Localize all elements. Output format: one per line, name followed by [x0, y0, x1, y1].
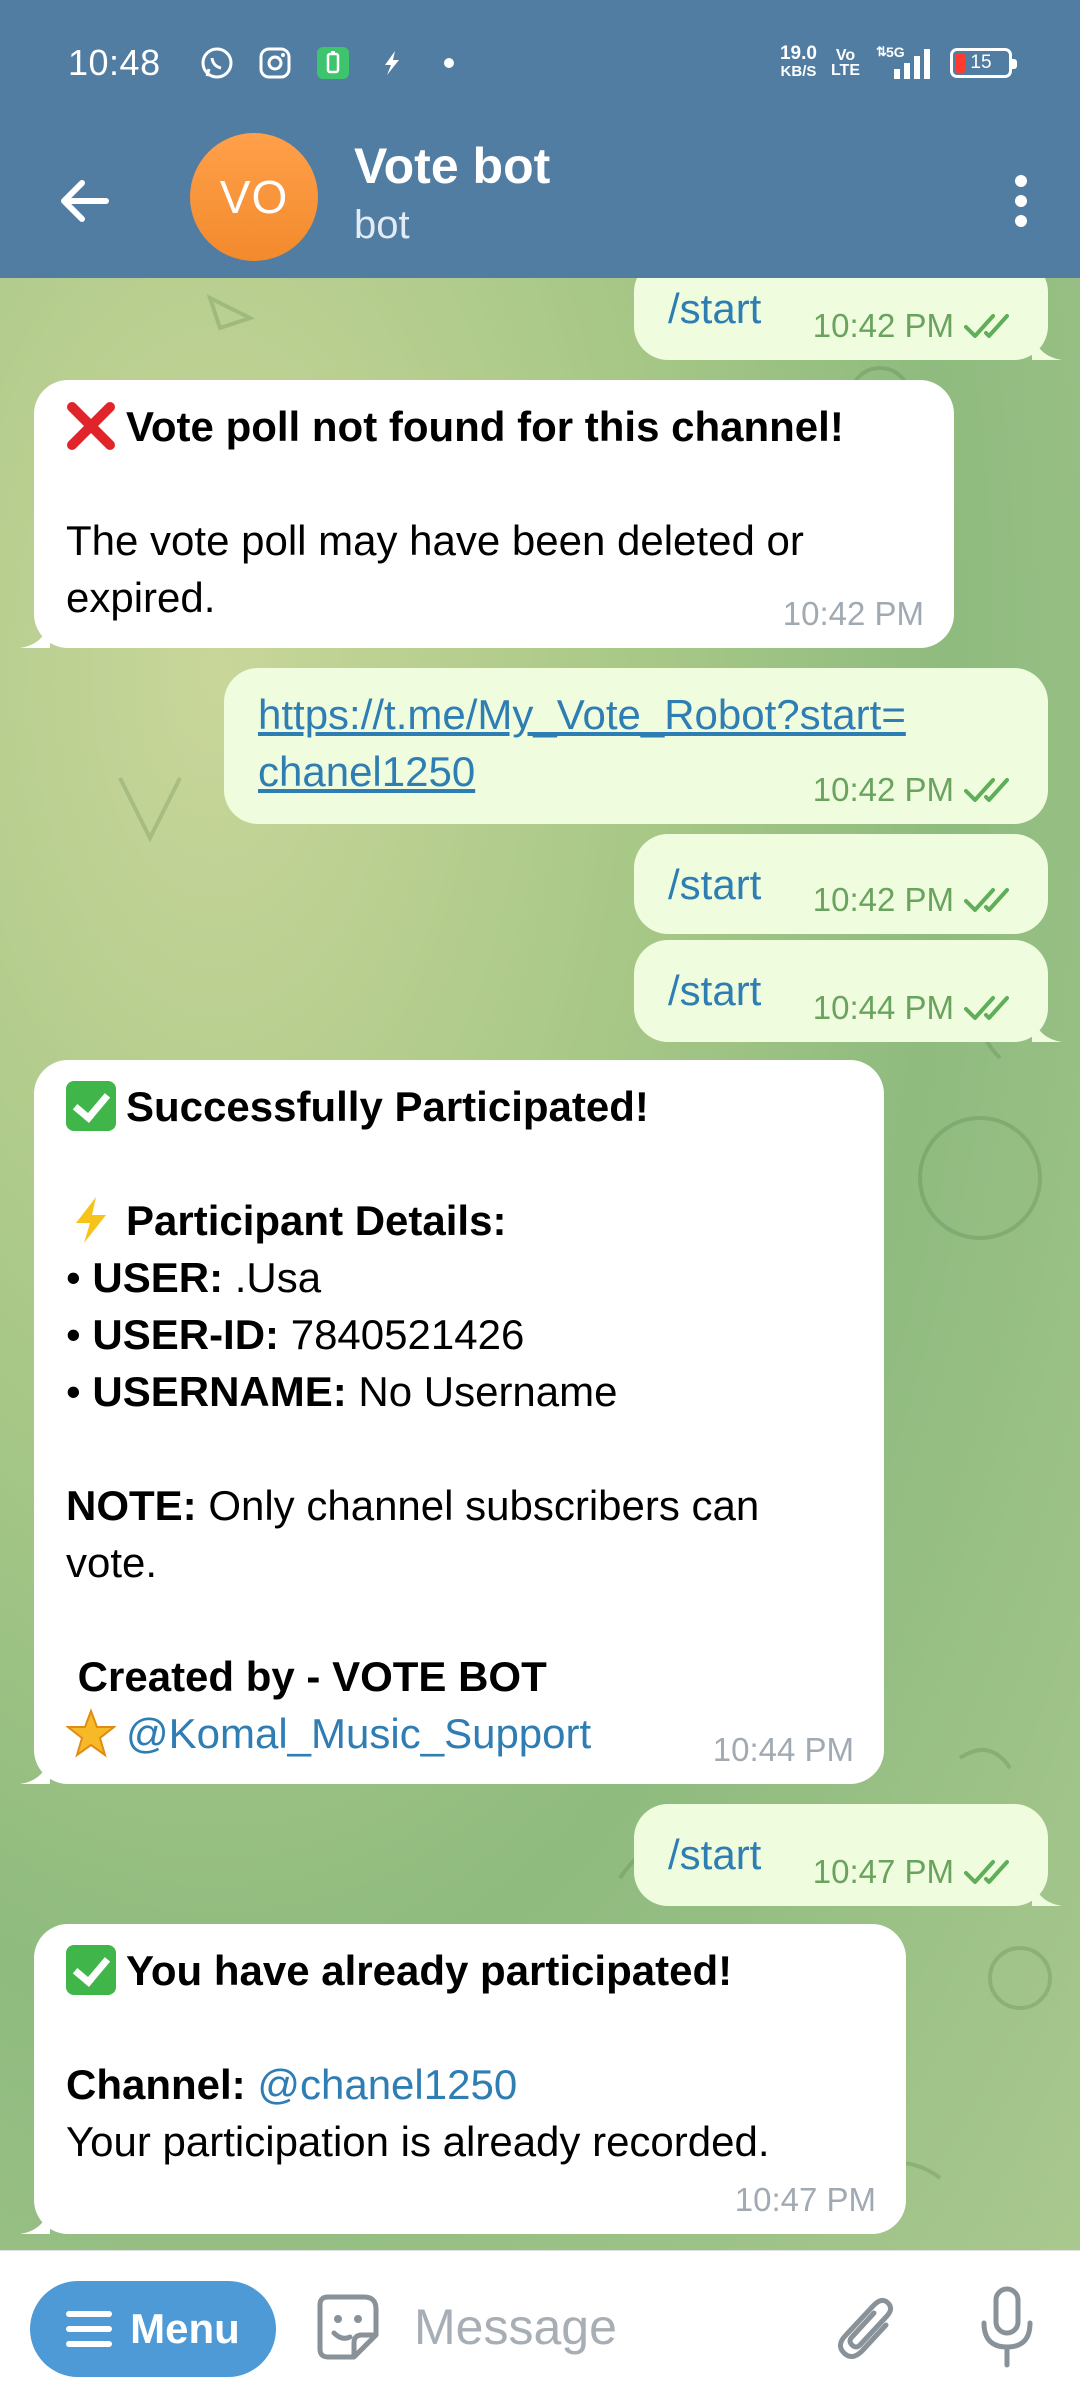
- chat-title-bar: VO Vote bot bot: [0, 125, 1080, 278]
- message-input-bar: Menu: [0, 2250, 1080, 2400]
- detail-user: • USER: .Usa: [66, 1254, 322, 1301]
- menu-label: Menu: [130, 2305, 240, 2352]
- chat-area[interactable]: /start 10:42 PM Vote poll not found for …: [0, 278, 1080, 2250]
- outgoing-message[interactable]: /start 10:42 PM: [634, 834, 1048, 934]
- app-header: 10:48 19.0 KB/S Vo LTE ⇅ 5G 15 VO Vote b…: [0, 0, 1080, 278]
- menu-button[interactable]: Menu: [30, 2281, 276, 2377]
- bubble-tail: [20, 2204, 50, 2234]
- message-meta: 10:47 PM: [734, 2181, 876, 2218]
- svg-text:5G: 5G: [886, 44, 905, 60]
- outgoing-message[interactable]: /start 10:42 PM: [634, 278, 1062, 360]
- outgoing-message[interactable]: /start 10:44 PM: [634, 940, 1062, 1042]
- message-meta: 10:42 PM: [813, 770, 1018, 810]
- network-speed: 19.0 KB/S: [779, 42, 817, 80]
- bubble-tail: [20, 1754, 50, 1784]
- message-title: Vote poll not found for this channel!: [126, 403, 844, 450]
- microphone-icon[interactable]: [978, 2285, 1036, 2371]
- command-text[interactable]: /start: [668, 962, 761, 1019]
- support-mention[interactable]: @Komal_Music_Support: [126, 1710, 591, 1757]
- double-check-icon: [964, 888, 1009, 912]
- message-meta: 10:47 PM: [813, 1852, 1018, 1892]
- incoming-message[interactable]: Successfully Participated! Participant D…: [20, 1060, 884, 1784]
- detail-username: • USERNAME: No Username: [66, 1368, 618, 1415]
- channel-line: Channel: @chanel1250: [66, 2061, 518, 2108]
- message-meta: 10:42 PM: [813, 306, 1018, 346]
- chat-subtitle: bot: [354, 203, 410, 247]
- arrow-left-icon[interactable]: [56, 173, 112, 229]
- incoming-message[interactable]: You have already participated! Channel: …: [20, 1924, 906, 2234]
- double-check-icon: [964, 778, 1009, 802]
- paperclip-icon[interactable]: [832, 2291, 902, 2367]
- signal-icon: ⇅ 5G: [876, 44, 930, 79]
- dot-icon: [443, 57, 454, 68]
- system-indicators: 19.0 KB/S Vo LTE ⇅ 5G 15: [779, 42, 1017, 83]
- details-heading: Participant Details:: [126, 1197, 507, 1244]
- bubble-tail: [1032, 330, 1062, 360]
- incoming-message[interactable]: Vote poll not found for this channel! Th…: [20, 380, 954, 648]
- notification-icons: [199, 45, 467, 81]
- command-text[interactable]: /start: [668, 280, 761, 337]
- bubble-tail: [1032, 1876, 1062, 1906]
- message-meta: 10:42 PM: [813, 880, 1018, 920]
- more-vertical-icon[interactable]: [1006, 171, 1036, 231]
- outgoing-message[interactable]: https://t.me/My_Vote_Robot?start= chanel1…: [224, 668, 1048, 824]
- bubble-tail: [20, 618, 50, 648]
- double-check-icon: [964, 314, 1009, 338]
- command-text[interactable]: /start: [668, 1826, 761, 1883]
- double-check-icon: [964, 1860, 1009, 1884]
- chat-title[interactable]: Vote bot: [354, 137, 550, 195]
- battery-saver-icon: [316, 46, 349, 79]
- star-icon: [66, 1708, 116, 1758]
- note-text: NOTE: Only channel subscribers can vote.: [66, 1482, 760, 1586]
- lightning-icon: [76, 1197, 106, 1243]
- double-check-icon: [964, 996, 1009, 1020]
- created-by-text: Created by - VOTE BOT: [77, 1653, 547, 1700]
- cross-mark-icon: [67, 402, 115, 450]
- message-body: Your participation is already recorded.: [66, 2118, 770, 2165]
- message-meta: 10:44 PM: [712, 1731, 854, 1768]
- channel-mention[interactable]: @chanel1250: [257, 2061, 517, 2108]
- message-meta: 10:44 PM: [813, 988, 1018, 1028]
- status-time: 10:48: [68, 41, 161, 83]
- instagram-icon: [259, 47, 291, 78]
- message-title: Successfully Participated!: [126, 1083, 649, 1130]
- menu-icon: [66, 2311, 113, 2347]
- whatsapp-icon: [201, 47, 233, 78]
- bolt-icon: [384, 50, 399, 75]
- message-meta: 10:42 PM: [782, 595, 924, 632]
- volte-indicator: Vo LTE: [830, 46, 860, 79]
- check-mark-icon: [66, 1945, 116, 1995]
- command-text[interactable]: /start: [668, 856, 761, 913]
- check-mark-icon: [66, 1081, 116, 1131]
- message-title: You have already participated!: [126, 1947, 733, 1994]
- avatar[interactable]: VO: [190, 133, 318, 261]
- sticker-icon[interactable]: [310, 2291, 382, 2363]
- battery-indicator: 15: [950, 47, 1017, 78]
- detail-user-id: • USER-ID: 7840521426: [66, 1311, 525, 1358]
- bubble-tail: [1032, 1012, 1062, 1042]
- status-bar: 10:48 19.0 KB/S Vo LTE ⇅ 5G 15: [0, 0, 1080, 125]
- outgoing-message[interactable]: /start 10:47 PM: [634, 1804, 1062, 1906]
- message-input[interactable]: [414, 2291, 794, 2363]
